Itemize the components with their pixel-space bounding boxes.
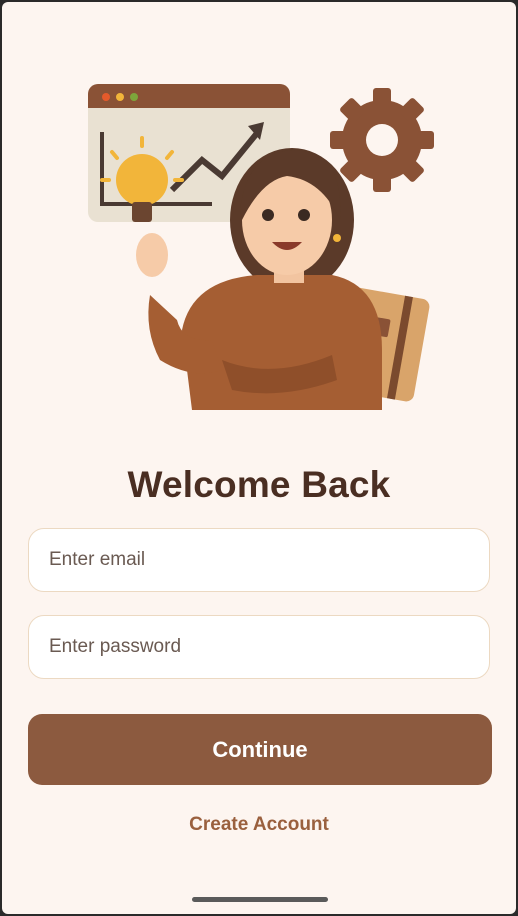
create-account-link[interactable]: Create Account — [2, 814, 516, 836]
home-indicator[interactable] — [192, 897, 328, 902]
gear-icon — [330, 88, 434, 192]
email-field[interactable] — [28, 528, 490, 592]
welcome-illustration — [88, 84, 434, 410]
login-screen: Welcome Back Continue Create Account — [2, 2, 516, 914]
woman-character — [100, 136, 382, 410]
continue-button[interactable]: Continue — [28, 714, 492, 785]
page-title: Welcome Back — [127, 464, 391, 505]
password-field[interactable] — [28, 615, 490, 679]
